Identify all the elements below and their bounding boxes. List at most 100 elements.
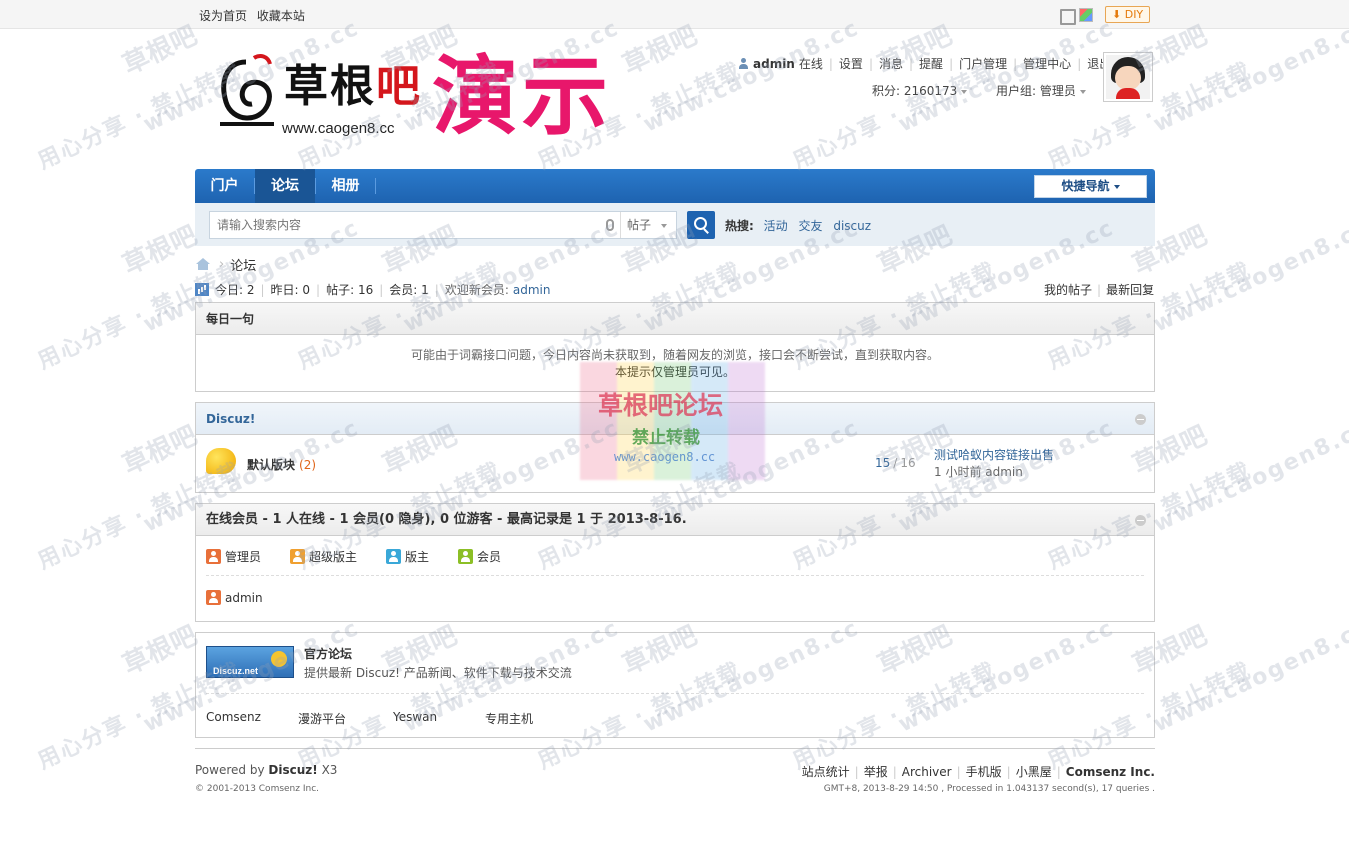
group-label: 用户组: 管理员	[996, 84, 1076, 98]
legend-super-moderator: 超级版主	[290, 548, 357, 565]
collapse-icon[interactable]	[1135, 515, 1146, 526]
logo-name: 草根吧	[284, 50, 422, 114]
quick-nav-button[interactable]: 快捷导航	[1034, 175, 1147, 198]
footer-links: 站点统计 | 举报 | Archiver | 手机版 | 小黑屋 | Comsenz Inc.	[802, 763, 1155, 780]
watermark-text: www.caogen8.cc	[894, 15, 1119, 138]
divider: |	[1097, 283, 1102, 297]
logo-sun-icon	[271, 651, 287, 667]
online-members-panel: 在线会员 - 1 人在线 - 1 会员(0 隐身), 0 位游客 - 最高记录是…	[195, 503, 1155, 622]
search-type-select[interactable]: 帖子	[620, 212, 676, 238]
partner-link-yeswan[interactable]: Yeswan	[393, 710, 437, 724]
search-button[interactable]	[687, 211, 715, 239]
diy-label: DIY	[1124, 8, 1144, 21]
notifications-link[interactable]: 提醒	[919, 55, 943, 72]
stat-posts: 帖子: 16	[326, 283, 374, 297]
partner-link-hosting[interactable]: 专用主机	[485, 710, 533, 727]
forum-name[interactable]: 默认版块 (2)	[247, 456, 316, 473]
online-member[interactable]: admin	[206, 590, 263, 605]
breadcrumb-current[interactable]: 论坛	[230, 255, 256, 274]
topbar-links: 设为首页 收藏本站	[199, 7, 311, 24]
style-switch-icon[interactable]	[1079, 7, 1093, 22]
watermark-text: www.caogen8.cc	[639, 15, 864, 138]
footer-link-mobile[interactable]: 手机版	[966, 765, 1002, 779]
footer-link-blacklist[interactable]: 小黑屋	[1016, 765, 1052, 779]
daily-sentence-body: 可能由于词霸接口问题，今日内容尚未获取到，随着网友的浏览，接口会不断尝试，直到获…	[196, 335, 1154, 381]
footer-link-stats[interactable]: 站点统计	[802, 765, 850, 779]
messages-link[interactable]: 消息	[879, 55, 903, 72]
discuz-brand-link[interactable]: Discuz!	[268, 763, 317, 777]
legend-label: 超级版主	[309, 550, 358, 564]
divider: |	[892, 765, 897, 779]
points-label: 积分: 2160173	[872, 84, 958, 98]
admin-center-link[interactable]: 管理中心	[1023, 55, 1071, 72]
search-box: 帖子	[209, 211, 677, 239]
avatar-body	[1116, 88, 1140, 99]
moderator-role-icon	[386, 549, 401, 564]
set-home-link[interactable]: 设为首页	[199, 9, 247, 23]
chevron-down-icon	[1079, 89, 1086, 94]
collapse-icon[interactable]	[1135, 414, 1146, 425]
search-input[interactable]	[210, 212, 620, 238]
home-icon[interactable]	[195, 258, 211, 271]
partner-link-manyou[interactable]: 漫游平台	[298, 710, 346, 727]
microphone-icon[interactable]	[606, 219, 614, 231]
daily-sentence-panel: 每日一句 可能由于词霸接口问题，今日内容尚未获取到，随着网友的浏览，接口会不断尝…	[195, 302, 1155, 392]
footer-company[interactable]: Comsenz Inc.	[1066, 765, 1155, 779]
online-status[interactable]: 在线	[799, 55, 823, 72]
top-bar: 设为首页 收藏本站 ⬇ DIY	[0, 0, 1349, 29]
divider: |	[868, 56, 873, 71]
my-posts-link[interactable]: 我的帖子	[1044, 283, 1092, 297]
super-moderator-role-icon	[290, 549, 305, 564]
user-points[interactable]: 积分: 2160173	[872, 82, 968, 99]
hot-term-dating[interactable]: 交友	[798, 219, 822, 233]
watermark-text: www.caogen8.cc	[1149, 415, 1349, 538]
username-link[interactable]: admin	[753, 57, 795, 71]
nav-item-portal[interactable]: 门户	[195, 169, 254, 203]
divider: |	[1077, 56, 1082, 71]
new-member-link[interactable]: admin	[513, 283, 551, 297]
settings-link[interactable]: 设置	[839, 55, 863, 72]
divider: |	[854, 765, 859, 779]
logo-name-main: 草根	[284, 61, 376, 112]
breadcrumb: › 论坛	[195, 255, 256, 274]
online-header: 在线会员 - 1 人在线 - 1 会员(0 隐身), 0 位游客 - 最高记录是…	[196, 504, 1154, 536]
discuz-logo[interactable]: Discuz.net	[206, 646, 294, 678]
bookmark-link[interactable]: 收藏本站	[257, 9, 305, 23]
divider: |	[260, 282, 265, 297]
chevron-down-icon	[961, 89, 968, 94]
official-forum-title[interactable]: 官方论坛	[304, 645, 352, 662]
avatar[interactable]	[1103, 52, 1153, 102]
nav-divider	[375, 178, 376, 194]
expand-icon[interactable]	[1059, 8, 1076, 25]
legend-admin: 管理员	[206, 548, 261, 565]
hot-term-activity[interactable]: 活动	[764, 219, 788, 233]
latest-replies-link[interactable]: 最新回复	[1106, 283, 1154, 297]
nav-item-album[interactable]: 相册	[316, 169, 375, 203]
last-post-time[interactable]: 1 小时前 admin	[934, 465, 1023, 479]
footer-link-archiver[interactable]: Archiver	[902, 765, 952, 779]
user-group[interactable]: 用户组: 管理员	[996, 82, 1086, 99]
forum-name-label: 默认版块	[247, 458, 296, 472]
diy-button[interactable]: ⬇ DIY	[1105, 6, 1151, 23]
official-forum-link[interactable]: Discuz.net 官方论坛 提供最新 Discuz! 产品新闻、软件下载与技…	[206, 633, 1144, 694]
forum-threads: 15	[875, 456, 891, 470]
copyright: © 2001-2013 Comsenz Inc.	[195, 784, 320, 794]
partner-link-comsenz[interactable]: Comsenz	[206, 710, 261, 724]
welcome-label: 欢迎新会员:	[444, 283, 509, 297]
daily-sentence-text: 可能由于词霸接口问题，今日内容尚未获取到，随着网友的浏览，接口会不断尝试，直到获…	[410, 348, 939, 362]
hot-term-discuz[interactable]: discuz	[833, 219, 871, 233]
watermark-text: www.caogen8.cc	[1149, 215, 1349, 338]
forum-bubble-icon[interactable]	[206, 448, 236, 474]
official-forum-desc: 提供最新 Discuz! 产品新闻、软件下载与技术交流	[304, 666, 572, 680]
online-member-list: admin	[206, 576, 1144, 622]
last-post-link[interactable]: 测试哈蚁内容链接出售	[934, 448, 1054, 462]
category-title[interactable]: Discuz!	[206, 412, 255, 426]
portal-admin-link[interactable]: 门户管理	[959, 55, 1007, 72]
divider: |	[316, 282, 321, 297]
online-title[interactable]: 在线会员 - 1 人在线 - 1 会员(0 隐身), 0 位游客 - 最高记录是…	[206, 512, 687, 527]
user-menu: admin 在线 | 设置 | 消息 | 提醒 | 门户管理 | 管理中心 | …	[738, 55, 1111, 72]
nav-item-forum[interactable]: 论坛	[255, 169, 315, 203]
watermark-text: 草根吧	[118, 420, 202, 481]
site-logo[interactable]: 草根吧 www.caogen8.cc 演示	[210, 42, 640, 170]
footer-link-report[interactable]: 举报	[864, 765, 888, 779]
